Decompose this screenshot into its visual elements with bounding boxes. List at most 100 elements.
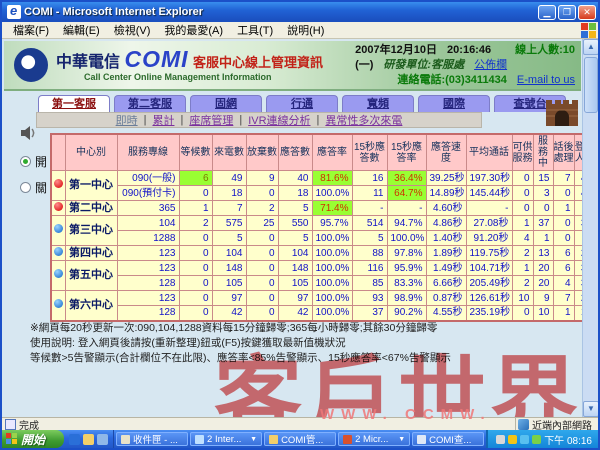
- chevron-down-icon[interactable]: ▼: [250, 436, 257, 443]
- taskbar-button-label: 2 Micr...: [355, 434, 388, 445]
- column-header: 話後處理: [553, 134, 574, 171]
- data-cell: 514: [352, 216, 387, 231]
- data-cell: 100.0%: [312, 246, 352, 261]
- board-link[interactable]: 公佈欄: [474, 58, 507, 73]
- close-button[interactable]: ✕: [578, 5, 596, 20]
- column-header: 來電數: [212, 134, 246, 171]
- data-cell: 1: [512, 216, 533, 231]
- data-cell: 5: [212, 231, 246, 246]
- table-row: 12801050105100.0%8583.3%6.66秒205.49秒2204…: [51, 276, 596, 291]
- menu-item[interactable]: 說明(H): [280, 25, 331, 37]
- table-row: 第四中心12301040104100.0%8897.8%1.89秒119.75秒…: [51, 246, 596, 261]
- email-link[interactable]: E-mail to us: [517, 73, 575, 88]
- weekday-label: (一): [355, 58, 373, 73]
- blue-status-icon: [54, 247, 63, 256]
- data-cell: 18: [278, 186, 312, 201]
- subnav-link[interactable]: 即時: [116, 112, 138, 128]
- menu-item[interactable]: 編輯(E): [56, 25, 107, 37]
- data-cell: 37: [352, 306, 387, 321]
- page-content: 中華電信 COMI 客服中心線上管理資訊 Call Center Online …: [2, 39, 598, 417]
- data-cell: 7: [553, 291, 574, 306]
- form-icon: [417, 435, 426, 444]
- nav-tab[interactable]: 第一客服: [38, 95, 110, 112]
- taskbar-button-label: COMI查...: [429, 432, 471, 446]
- column-header: 服務專線: [117, 134, 179, 171]
- data-cell: 14.89秒: [426, 186, 466, 201]
- data-cell: 9: [533, 291, 553, 306]
- subnav-link[interactable]: 異常性多次來電: [325, 112, 402, 128]
- tray-network-icon[interactable]: [520, 435, 529, 444]
- subnav-link[interactable]: 座席管理: [189, 112, 233, 128]
- data-cell: 0: [179, 231, 212, 246]
- taskbar-button[interactable]: 2 Micr... ▼: [338, 432, 410, 446]
- scroll-down-icon[interactable]: ▼: [583, 401, 598, 417]
- taskbar-button[interactable]: COMI查...: [412, 432, 484, 446]
- table-row: 第五中心12301480148100.0%11695.9%1.49秒104.71…: [51, 261, 596, 276]
- data-cell: 4: [512, 231, 533, 246]
- data-cell: 6: [553, 246, 574, 261]
- data-cell: 3: [533, 186, 553, 201]
- data-cell: 85: [352, 276, 387, 291]
- data-cell: 42: [212, 306, 246, 321]
- menu-item[interactable]: 工具(T): [230, 25, 280, 37]
- restore-button[interactable]: ❐: [558, 5, 576, 20]
- nav-tab[interactable]: 行通: [266, 95, 338, 112]
- data-cell: 100.0%: [387, 231, 426, 246]
- data-cell: 0: [512, 186, 533, 201]
- data-cell: 0: [246, 291, 278, 306]
- menu-item[interactable]: 我的最愛(A): [157, 25, 230, 37]
- column-header: 服務中: [533, 134, 553, 171]
- nav-tab[interactable]: 第二客服: [114, 95, 186, 112]
- radio-on-icon[interactable]: [20, 156, 31, 167]
- ie-quicklaunch-icon[interactable]: [69, 434, 80, 445]
- radio-off-icon[interactable]: [20, 182, 31, 193]
- data-cell: 2: [246, 201, 278, 216]
- data-cell: 575: [212, 216, 246, 231]
- data-cell: 6: [553, 261, 574, 276]
- start-button[interactable]: 開始: [2, 430, 64, 448]
- data-cell: 0: [179, 246, 212, 261]
- nav-tab[interactable]: 寬頻: [342, 95, 414, 112]
- column-header: 放棄數: [246, 134, 278, 171]
- taskbar-button-label: 收件匣 - ...: [133, 432, 178, 446]
- taskbar-button[interactable]: 2 Inter...▼: [190, 432, 262, 446]
- menu-item[interactable]: 檔案(F): [6, 25, 56, 37]
- nav-tab[interactable]: 國際: [418, 95, 490, 112]
- browser-window: COMI - Microsoft Internet Explorer ▁ ❐ ✕…: [0, 0, 600, 450]
- scroll-up-icon[interactable]: ▲: [583, 39, 598, 55]
- brand-app: COMI: [124, 46, 188, 72]
- data-cell: 81.6%: [312, 171, 352, 186]
- tray-volume-icon[interactable]: [496, 435, 505, 444]
- windows-logo-icon: [581, 23, 596, 38]
- menu-item[interactable]: 檢視(V): [107, 25, 158, 37]
- data-cell: 104: [278, 246, 312, 261]
- scrollbar-thumb[interactable]: [584, 57, 598, 113]
- arch-gate-icon[interactable]: [546, 99, 578, 131]
- column-header: 等候數: [179, 134, 212, 171]
- folder-quicklaunch-icon[interactable]: [83, 434, 94, 445]
- cht-logo-icon: [14, 48, 48, 82]
- data-cell: 1.49秒: [426, 261, 466, 276]
- data-cell: 9: [246, 171, 278, 186]
- subnav-link[interactable]: IVR連線分析: [248, 112, 310, 128]
- taskbar-button[interactable]: 收件匣 - ...: [116, 432, 188, 446]
- data-cell: 4.55秒: [426, 306, 466, 321]
- data-cell: 20: [533, 276, 553, 291]
- tray-shield-icon[interactable]: [532, 435, 541, 444]
- title-bar[interactable]: COMI - Microsoft Internet Explorer ▁ ❐ ✕: [2, 2, 598, 22]
- data-cell: 95.7%: [312, 216, 352, 231]
- data-cell: 100.0%: [312, 306, 352, 321]
- tray-help-icon[interactable]: [508, 435, 517, 444]
- center-name-cell: 第六中心: [65, 291, 117, 321]
- vertical-scrollbar[interactable]: ▲ ▼: [582, 39, 598, 417]
- chevron-down-icon[interactable]: ▼: [398, 436, 405, 443]
- data-cell: 550: [278, 216, 312, 231]
- subnav-link[interactable]: 累計: [152, 112, 174, 128]
- data-cell: 100.0%: [312, 291, 352, 306]
- nav-tab[interactable]: 固網: [190, 95, 262, 112]
- minimize-button[interactable]: ▁: [538, 5, 556, 20]
- data-cell: 0: [179, 261, 212, 276]
- data-cell: 1: [179, 201, 212, 216]
- show-desktop-icon[interactable]: [97, 434, 108, 445]
- taskbar-button[interactable]: COMI管...: [264, 432, 336, 446]
